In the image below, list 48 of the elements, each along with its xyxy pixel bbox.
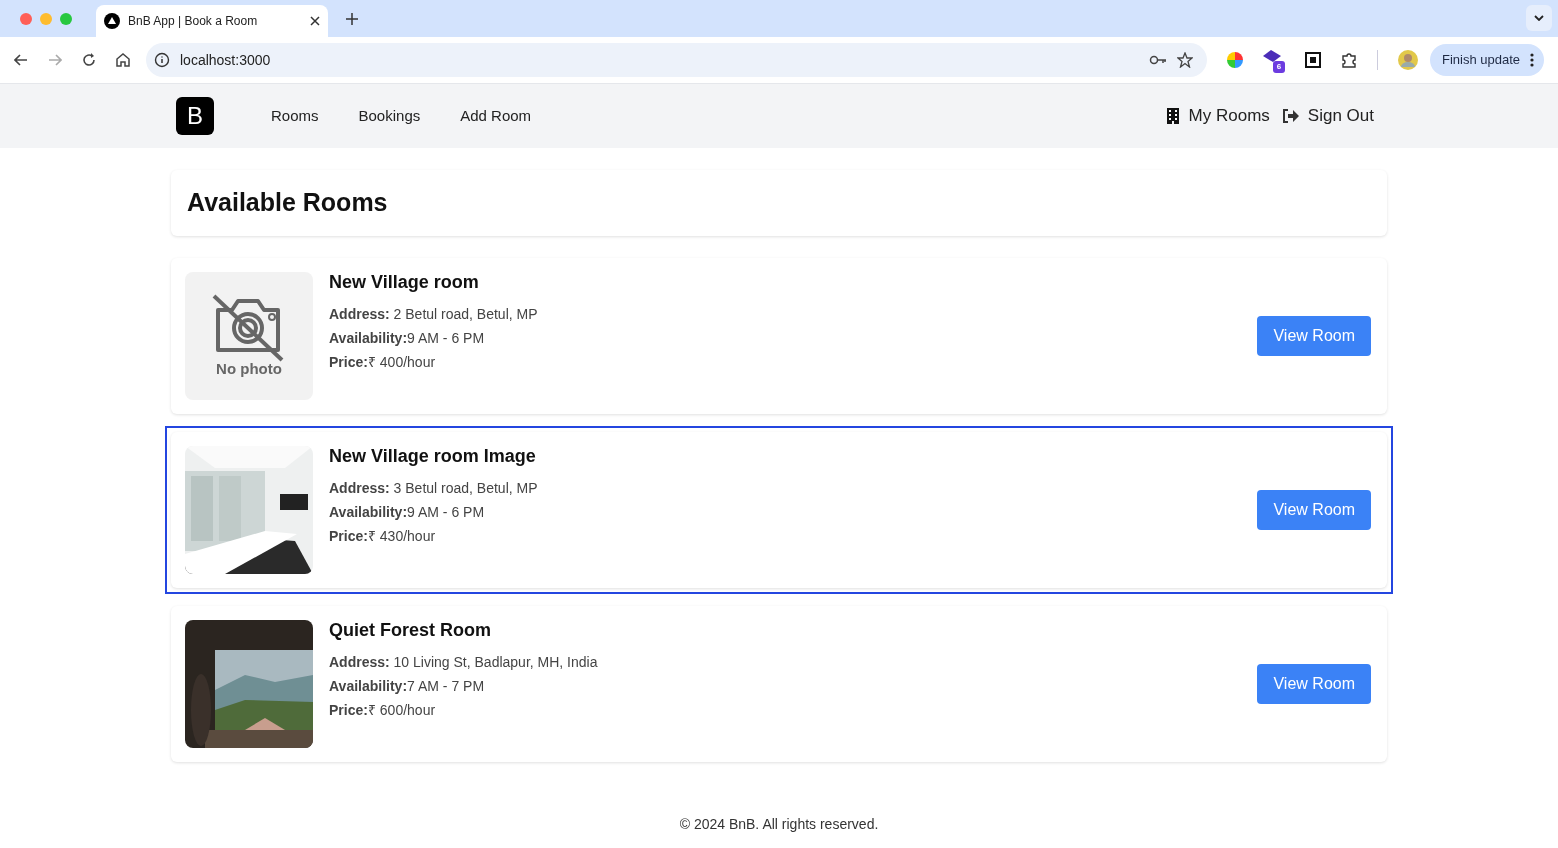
price-text: Price:₹ 600/hour	[329, 701, 437, 720]
room-name: New Village room	[329, 271, 480, 294]
address-text: Address: 2 Betul road, Betul, MP	[329, 305, 538, 324]
nav-link[interactable]: Rooms	[271, 104, 319, 128]
room-name: Quiet Forest Room	[329, 619, 492, 642]
availability-text: Availability:9 AM - 6 PM	[329, 329, 486, 348]
star-icon[interactable]	[1176, 52, 1193, 68]
page-heading: Available Rooms	[187, 187, 388, 219]
availability-text: Availability:7 AM - 7 PM	[329, 677, 486, 696]
address-text: Address: 3 Betul road, Betul, MP	[329, 479, 538, 498]
view-room-button[interactable]: View Room	[1257, 490, 1371, 530]
address-bar[interactable]: localhost:3000	[146, 43, 1207, 77]
sign-out-icon	[1281, 109, 1299, 123]
avatar[interactable]	[1397, 50, 1418, 70]
tab-list-button[interactable]	[1526, 5, 1552, 31]
url-text: localhost:3000	[180, 50, 272, 70]
footer-text: © 2024 BnB. All rights reserved.	[678, 815, 880, 834]
availability-text: Availability:9 AM - 6 PM	[329, 503, 486, 522]
back-icon[interactable]	[14, 54, 28, 66]
browser-tab[interactable]: BnB App | Book a Room	[96, 5, 328, 37]
triangle-logo-icon	[104, 13, 120, 29]
square-icon[interactable]	[1304, 52, 1321, 68]
reload-icon[interactable]	[82, 53, 96, 67]
info-icon	[154, 52, 170, 68]
sign-out-link[interactable]: Sign Out	[1281, 103, 1374, 129]
extension-badge: 6	[1272, 61, 1285, 73]
tab-title: BnB App | Book a Room	[128, 13, 259, 30]
view-room-button[interactable]: View Room	[1257, 664, 1371, 704]
price-text: Price:₹ 430/hour	[329, 527, 437, 546]
building-icon	[1165, 108, 1180, 124]
puzzle-icon[interactable]	[1340, 52, 1357, 68]
nav-link[interactable]: Bookings	[358, 104, 421, 128]
view-room-button[interactable]: View Room	[1257, 316, 1371, 356]
nav-link[interactable]: Add Room	[460, 104, 532, 128]
no-photo-label: No photo	[216, 358, 282, 379]
more-icon	[1530, 53, 1534, 67]
key-icon[interactable]	[1148, 55, 1167, 65]
address-text: Address: 10 Living St, Badlapur, MH, India	[329, 653, 598, 672]
finish-update-button[interactable]: Finish update	[1429, 44, 1544, 76]
new-tab-icon[interactable]	[346, 13, 358, 25]
color-wheel-icon[interactable]	[1226, 52, 1243, 68]
price-text: Price:₹ 400/hour	[329, 353, 437, 372]
close-icon[interactable]	[310, 16, 320, 26]
logo[interactable]: B	[176, 97, 214, 135]
home-icon[interactable]	[116, 53, 130, 67]
my-rooms-link[interactable]: My Rooms	[1165, 103, 1270, 129]
room-name: New Village room Image	[329, 445, 537, 468]
chevron-down-icon	[1534, 15, 1544, 21]
